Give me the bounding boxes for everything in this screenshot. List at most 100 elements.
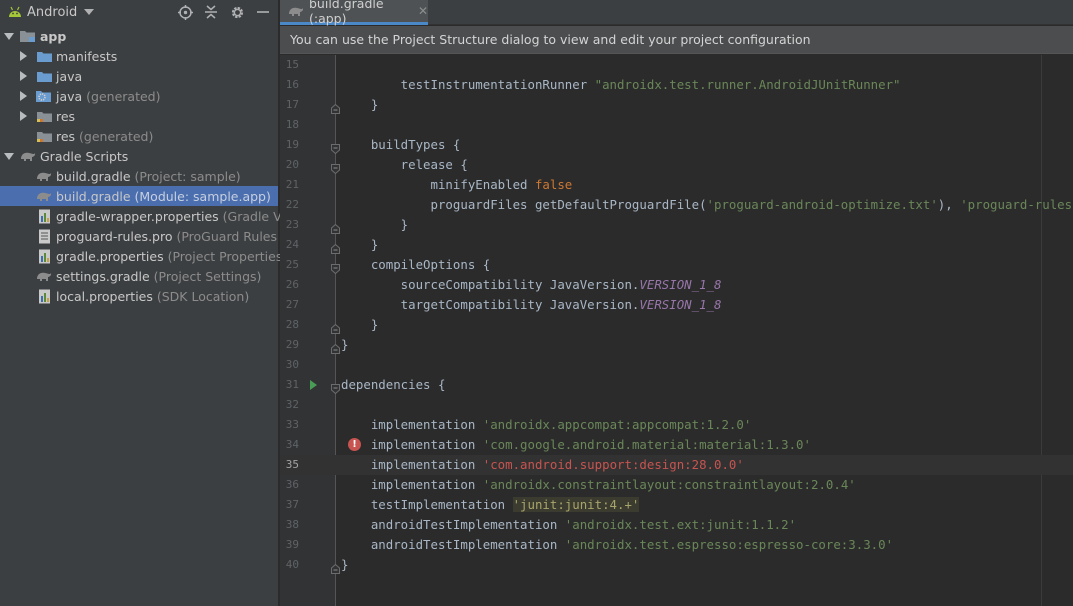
line-number: 19 [285,138,299,151]
code-line[interactable]: 29} [280,335,1073,355]
fold-start-icon[interactable] [331,260,340,275]
code-line[interactable]: 23 } [280,215,1073,235]
fold-end-icon[interactable] [331,560,340,574]
code-line[interactable]: 26 sourceCompatibility JavaVersion.VERSI… [280,275,1073,295]
collapsed-arrow-icon[interactable] [20,51,27,61]
token: implementation [341,417,483,432]
gradle-icon [36,168,52,184]
code-text: compileOptions { [341,255,490,275]
expanded-arrow-icon[interactable] [4,33,14,40]
tab-build-gradle-app[interactable]: build.gradle (:app) ✕ [280,0,428,26]
code-text: minifyEnabled false [341,175,573,195]
token-const: VERSION_1_8 [639,297,722,312]
code-line[interactable]: 38 androidTestImplementation 'androidx.t… [280,515,1073,535]
collapsed-arrow-icon[interactable] [20,111,27,121]
token: androidTestImplementation [341,537,565,552]
code-line[interactable]: 35 implementation 'com.android.support:d… [280,455,1073,475]
fold-start-icon[interactable] [331,380,340,395]
collapsed-arrow-icon[interactable] [20,71,27,81]
code-line[interactable]: 37 testImplementation 'junit:junit:4.+' [280,495,1073,515]
token: release { [341,157,468,172]
line-number: 17 [285,98,299,111]
code-line[interactable]: 19 buildTypes { [280,135,1073,155]
line-number: 28 [285,318,299,331]
locate-target-icon[interactable] [176,3,194,21]
collapse-all-icon[interactable] [202,3,220,21]
code-line[interactable]: 30 [280,355,1073,375]
tree-item[interactable]: gradle-wrapper.properties (Gradle Versio… [0,206,319,226]
code-line[interactable]: 28 } [280,315,1073,335]
code-line[interactable]: 34! implementation 'com.google.android.m… [280,435,1073,455]
code-line[interactable]: 21 minifyEnabled false [280,175,1073,195]
tree-item[interactable]: manifests [0,46,278,66]
code-line[interactable]: 24 } [280,235,1073,255]
resource-folder-icon [36,108,52,124]
code-line[interactable]: 32 [280,395,1073,415]
gradle-icon [36,268,52,284]
code-line[interactable]: 33 implementation 'androidx.appcompat:ap… [280,415,1073,435]
fold-end-icon[interactable] [331,220,340,234]
tree-item-hint: (Project: sample) [130,168,241,184]
chevron-down-icon[interactable] [84,9,95,15]
gear-icon[interactable] [228,3,246,21]
gradle-icon [36,188,52,204]
token: dependencies { [341,377,446,392]
collapsed-arrow-icon[interactable] [20,91,27,101]
code-text: testImplementation 'junit:junit:4.+' [341,495,640,515]
code-line[interactable]: 15 [280,55,1073,75]
tree-item[interactable]: java (generated) [0,86,278,106]
tree-item[interactable]: Gradle Scripts [0,146,278,166]
line-number: 39 [285,538,299,551]
line-number: 15 [285,58,299,71]
code-line[interactable]: 31 dependencies { [280,375,1073,395]
tree-item-label: java [56,88,83,104]
editor-tab-bar: build.gradle (:app) ✕ [280,0,1073,26]
code-line[interactable]: 22 proguardFiles getDefaultProguardFile(… [280,195,1073,215]
code-line[interactable]: 27 targetCompatibility JavaVersion.VERSI… [280,295,1073,315]
code-line[interactable]: 40} [280,555,1073,575]
token-str: 'proguard-rules.pro' [960,197,1073,212]
tree-item[interactable]: java [0,66,278,86]
tree-item[interactable]: app [0,26,278,46]
close-icon[interactable]: ✕ [418,4,428,18]
tree-item-hint: (SDK Location) [152,288,250,304]
token: } [341,337,349,352]
text-file-icon [36,228,52,244]
project-view-selector[interactable]: Android [27,5,77,20]
code-editor[interactable]: 15 16 testInstrumentationRunner "androidx… [280,55,1073,606]
token: buildTypes { [341,137,461,152]
fold-end-icon[interactable] [331,100,340,114]
minimize-icon[interactable] [254,3,272,21]
tree-item[interactable]: build.gradle (Project: sample) [0,166,278,186]
tree-item[interactable]: res (generated) [0,126,278,146]
tree-item[interactable]: gradle.properties (Project Properties) [0,246,287,266]
code-text: testInstrumentationRunner "androidx.test… [341,75,901,95]
code-line[interactable]: 25 compileOptions { [280,255,1073,275]
code-line[interactable]: 39 androidTestImplementation 'androidx.t… [280,535,1073,555]
token: testInstrumentationRunner [341,77,595,92]
fold-start-icon[interactable] [331,160,340,175]
tree-item[interactable]: local.properties (SDK Location) [0,286,278,306]
code-line[interactable]: 17 } [280,95,1073,115]
expanded-arrow-icon[interactable] [4,153,14,160]
tree-item[interactable]: proguard-rules.pro (ProGuard Rules for s… [0,226,316,246]
token: implementation [341,437,483,452]
line-number: 30 [285,358,299,371]
tree-item[interactable]: settings.gradle (Project Settings) [0,266,278,286]
tree-item-label: local.properties [56,288,153,304]
line-number: 38 [285,518,299,531]
run-gutter-icon[interactable] [310,380,317,390]
code-line[interactable]: 18 [280,115,1073,135]
gradle-icon [288,5,304,17]
tree-item-label: manifests [56,48,118,64]
fold-end-icon[interactable] [331,340,340,354]
tree-item[interactable]: build.gradle (Module: sample.app) [0,186,278,206]
fold-start-icon[interactable] [331,140,340,155]
fold-end-icon[interactable] [331,240,340,254]
tree-item[interactable]: res [0,106,278,126]
code-line[interactable]: 36 implementation 'androidx.constraintla… [280,475,1073,495]
code-line[interactable]: 20 release { [280,155,1073,175]
fold-end-icon[interactable] [331,320,340,334]
code-line[interactable]: 16 testInstrumentationRunner "androidx.t… [280,75,1073,95]
token: implementation [341,457,483,472]
